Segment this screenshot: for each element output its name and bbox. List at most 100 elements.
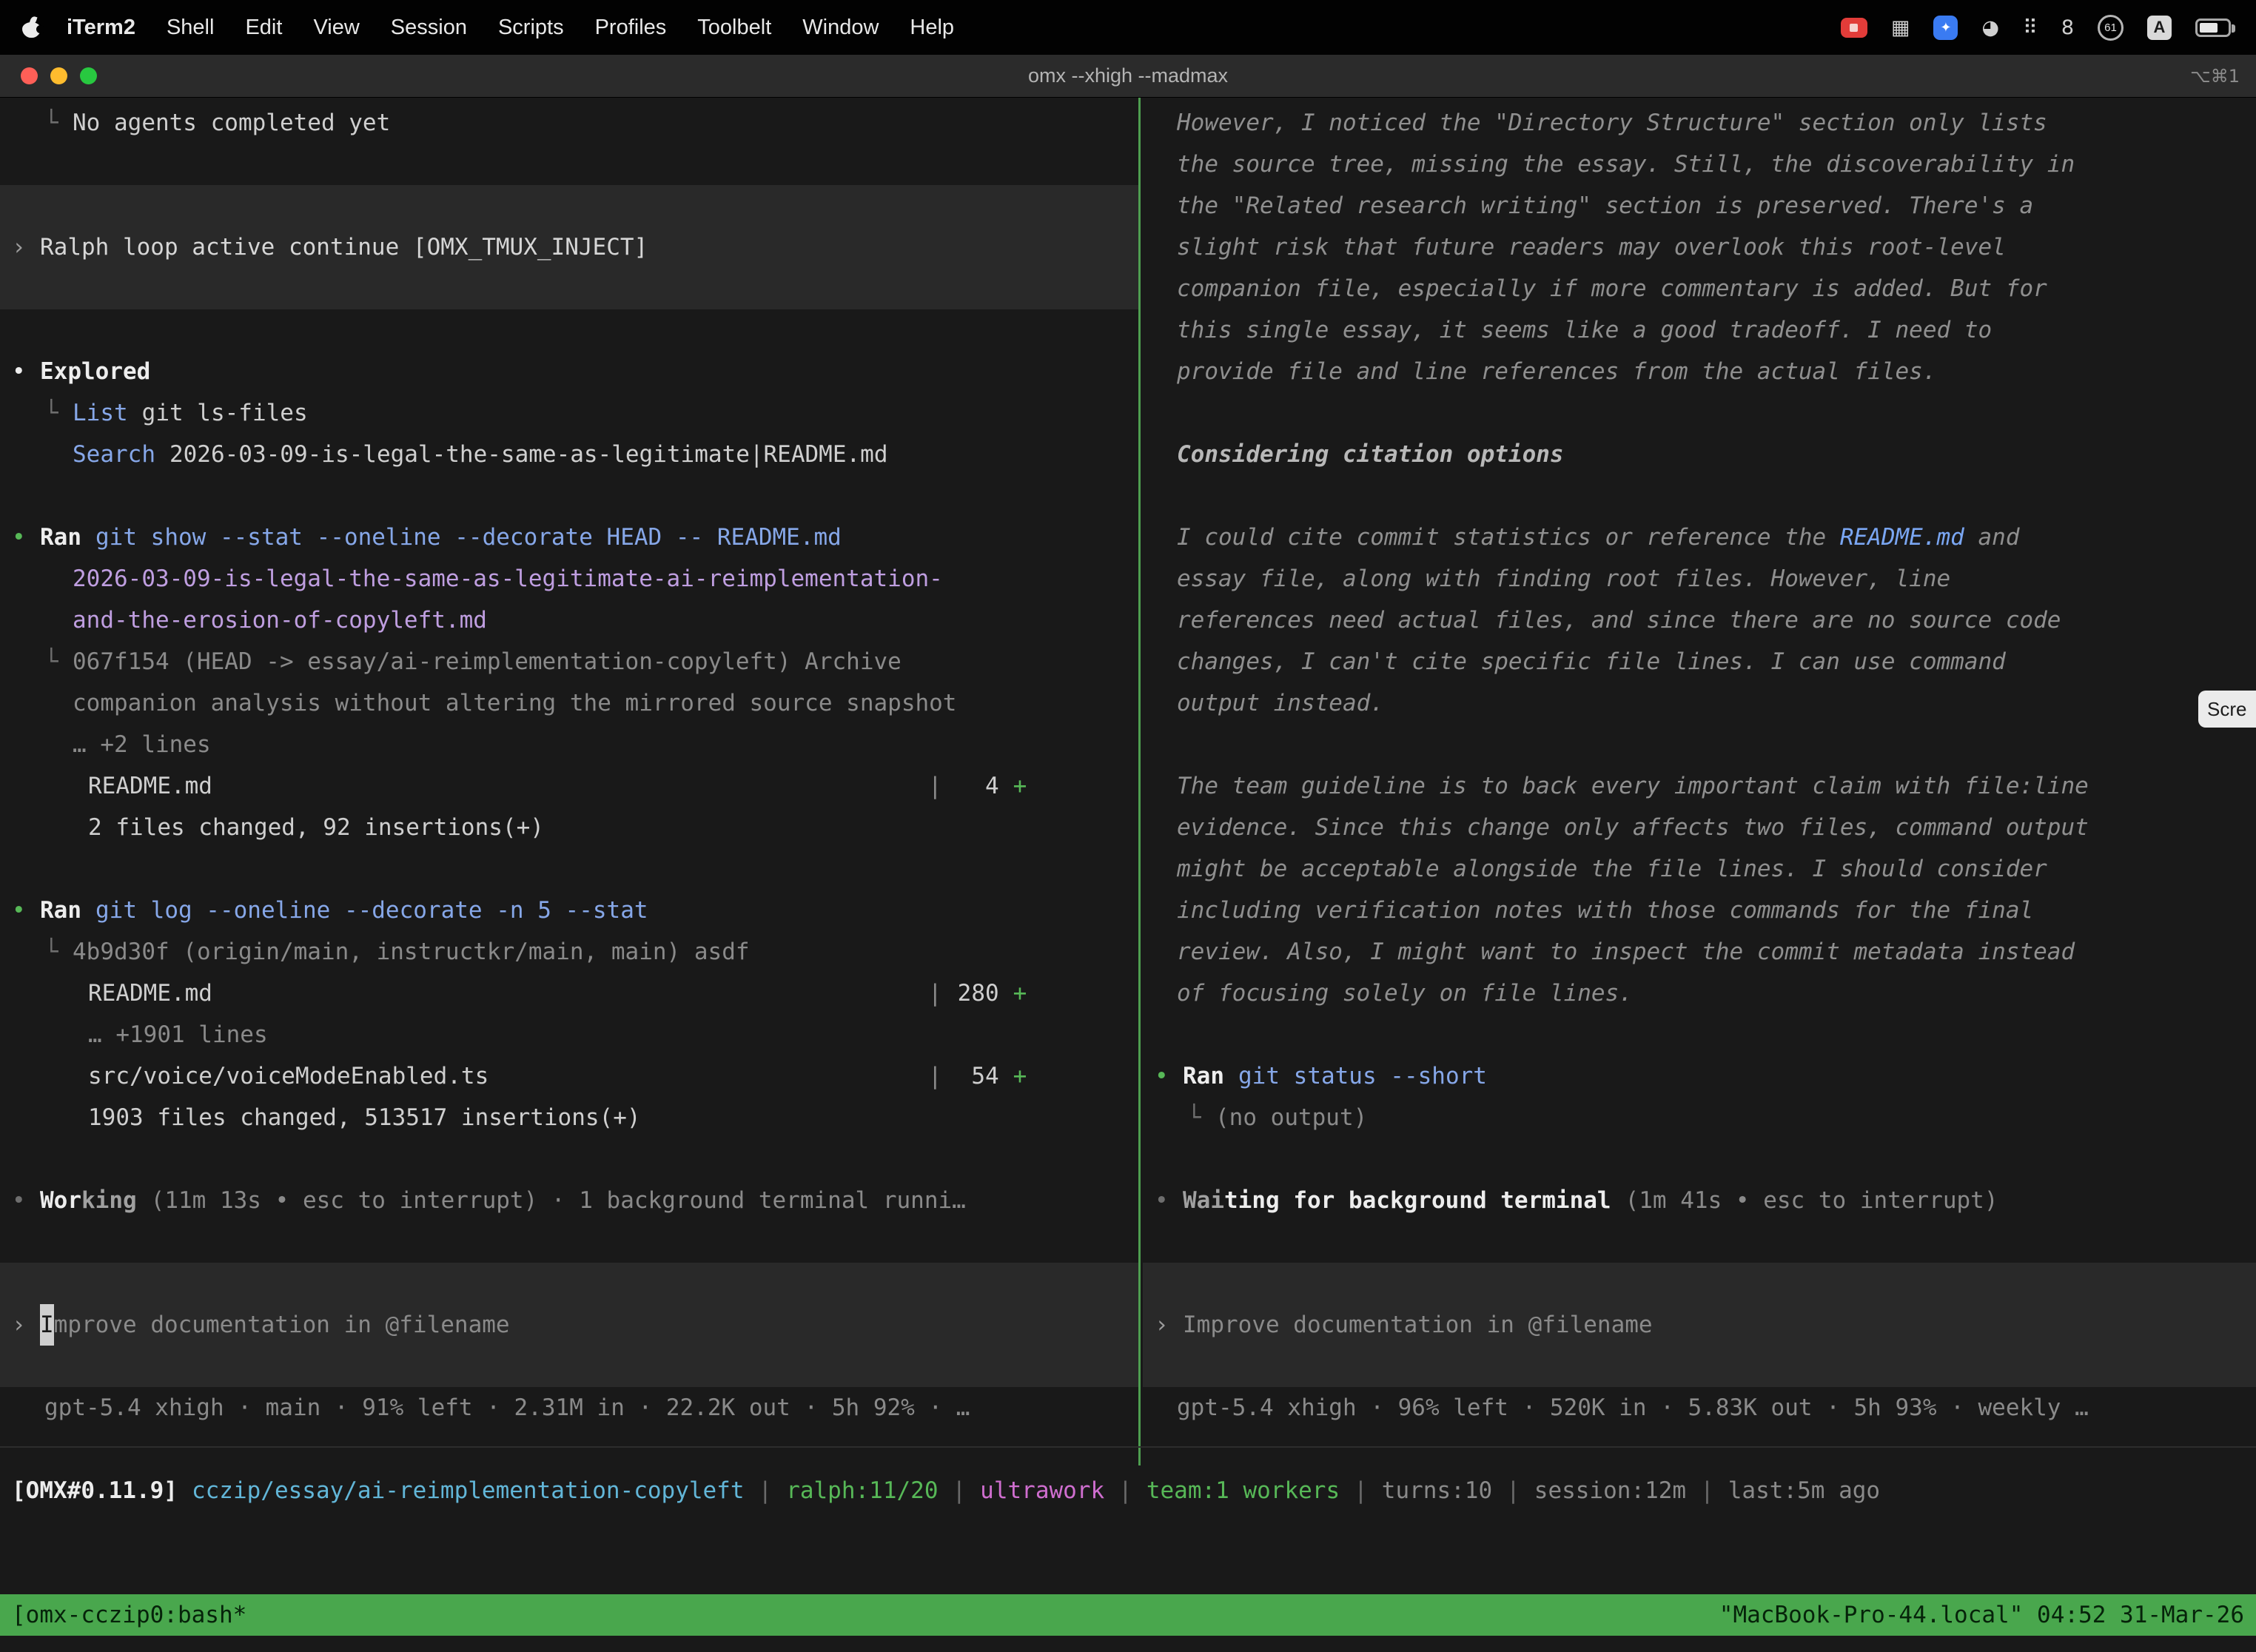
- battery-percent-icon[interactable]: 61: [2098, 15, 2124, 41]
- zoom-button[interactable]: [80, 67, 97, 84]
- dots-grid-icon[interactable]: ⠿: [2023, 16, 2038, 39]
- line-show-more: … +2 lines: [0, 724, 1138, 765]
- line-ran-git-log: •Rangit log --oneline --decorate -n 5 --…: [0, 890, 1138, 931]
- timer-circle-icon[interactable]: ◕: [1981, 16, 1999, 39]
- bullet-icon: •: [12, 890, 40, 931]
- menu-bar: iTerm2 Shell Edit View Session Scripts P…: [0, 0, 2256, 55]
- thinking-line: including verification notes with those …: [1143, 890, 2256, 931]
- screen-recording-icon[interactable]: [1841, 18, 1867, 38]
- raycast-icon[interactable]: ✦: [1933, 16, 1958, 40]
- prompt-icon: ›: [1155, 1304, 1183, 1346]
- line-explored-search: Search2026-03-09-is-legal-the-same-as-le…: [0, 434, 1138, 475]
- thinking-line: companion file, especially if more comme…: [1143, 268, 2256, 309]
- prompt-icon: ›: [12, 1304, 40, 1346]
- thinking-heading: Considering citation options: [1143, 434, 2256, 475]
- line-model-status-right: gpt-5.4 xhigh · 96% left · 520K in · 5.8…: [1143, 1387, 2256, 1428]
- thinking-line: However, I noticed the "Directory Struct…: [1143, 102, 2256, 144]
- window-shortcut-hint: ⌥⌘1: [2190, 66, 2240, 87]
- team-badge: team:1 workers: [1147, 1477, 1340, 1504]
- close-button[interactable]: [21, 67, 38, 84]
- tree-branch-icon: └: [44, 931, 73, 973]
- tree-branch-icon: └: [44, 102, 73, 144]
- line-log-stat-readme: README.md|280+: [0, 973, 1138, 1014]
- tree-branch-icon: └: [44, 392, 73, 434]
- line-show-output-1: └067f154 (HEAD -> essay/ai-reimplementat…: [0, 641, 1138, 682]
- omx-status-bar: [OMX#0.11.9] cczip/essay/ai-reimplementat…: [0, 1470, 2256, 1511]
- tmux-status-bar: [omx-cczip0:bash* "MacBook-Pro-44.local" …: [0, 1594, 2256, 1636]
- thinking-line: of focusing solely on file lines.: [1143, 973, 2256, 1014]
- right-pane: However, I noticed the "Directory Struct…: [1143, 102, 2256, 1428]
- battery-icon[interactable]: [2195, 19, 2231, 37]
- minimize-button[interactable]: [50, 67, 67, 84]
- line-working-status: •Working(11m 13s • esc to interrupt) · 1…: [0, 1180, 1138, 1221]
- thinking-line: slight risk that future readers may over…: [1143, 226, 2256, 268]
- menu-item-scripts[interactable]: Scripts: [483, 16, 580, 40]
- menu-item-session[interactable]: Session: [375, 16, 483, 40]
- line-show-summary: 2 files changed, 92 insertions(+): [0, 807, 1138, 848]
- menu-item-view[interactable]: View: [298, 16, 375, 40]
- line-show-filename-1: 2026-03-09-is-legal-the-same-as-legitima…: [0, 558, 1138, 600]
- menu-item-toolbelt[interactable]: Toolbelt: [682, 16, 787, 40]
- pane-divider[interactable]: [1138, 98, 1141, 1465]
- menu-item-shell[interactable]: Shell: [151, 16, 230, 40]
- mode-badge: ultrawork: [980, 1477, 1104, 1504]
- line-show-filename-2: and-the-erosion-of-copyleft.md: [0, 600, 1138, 641]
- text-cursor: I: [40, 1304, 54, 1346]
- menu-item-edit[interactable]: Edit: [229, 16, 298, 40]
- prompt-icon: ›: [12, 226, 40, 268]
- menu-item-profiles[interactable]: Profiles: [580, 16, 682, 40]
- plus-icon: +: [1013, 980, 1027, 1007]
- line-log-output: └4b9d30f (origin/main, instructkr/main, …: [0, 931, 1138, 973]
- prompt-input-right[interactable]: ›Improve documentation in @filename: [1143, 1263, 2256, 1387]
- line-ran-git-status: •Rangit status --short: [1143, 1055, 2256, 1097]
- menu-item-iterm2[interactable]: iTerm2: [51, 16, 151, 40]
- bullet-icon: •: [1155, 1055, 1183, 1097]
- thinking-line: might be acceptable alongside the file l…: [1143, 848, 2256, 890]
- thinking-line: The team guideline is to back every impo…: [1143, 765, 2256, 807]
- input-source-icon[interactable]: A: [2147, 16, 2172, 40]
- tmux-session-label: [omx-cczip0:bash*: [12, 1602, 246, 1628]
- thinking-line: provide file and line references from th…: [1143, 351, 2256, 392]
- screen-overlay-clipped[interactable]: Scre: [2198, 691, 2256, 728]
- apple-menu-icon[interactable]: [22, 17, 41, 38]
- thinking-line: evidence. Since this change only affects…: [1143, 807, 2256, 848]
- bullet-icon: •: [1155, 1180, 1183, 1221]
- tree-branch-icon: └: [44, 641, 73, 682]
- repo-path: cczip/essay/ai-reimplementation-copyleft: [192, 1477, 745, 1504]
- left-pane: └No agents completed yet ›Ralph loop act…: [0, 102, 1138, 1428]
- omx-version: [OMX#0.11.9]: [12, 1477, 178, 1504]
- plus-icon: +: [1013, 1063, 1027, 1089]
- menu-item-window[interactable]: Window: [787, 16, 894, 40]
- thinking-line: output instead.: [1143, 682, 2256, 724]
- thinking-line: references need actual files, and since …: [1143, 600, 2256, 641]
- figure-eight-icon[interactable]: 8: [2061, 16, 2074, 39]
- bullet-icon: •: [12, 1180, 40, 1221]
- window-title-bar: omx --xhigh --madmax ⌥⌘1: [0, 55, 2256, 98]
- inject-banner[interactable]: ›Ralph loop active continue [OMX_TMUX_IN…: [0, 185, 1138, 309]
- readme-link[interactable]: README.md: [1840, 524, 1964, 551]
- terminal-content: └No agents completed yet ›Ralph loop act…: [0, 98, 2256, 1652]
- line-ran-git-show: •Rangit show --stat --oneline --decorate…: [0, 517, 1138, 558]
- menu-bar-status-icons: ▦ ✦ ◕ ⠿ 8 61 A: [1841, 15, 2241, 41]
- thinking-line: the source tree, missing the essay. Stil…: [1143, 144, 2256, 185]
- thinking-line: review. Also, I might want to inspect th…: [1143, 931, 2256, 973]
- tmux-host-label: "MacBook-Pro-44.local" 04:52 31-Mar-26: [1719, 1594, 2244, 1636]
- line-explored-list: └Listgit ls-files: [0, 392, 1138, 434]
- tree-branch-icon: └: [1187, 1097, 1215, 1138]
- line-show-stat: README.md|4+: [0, 765, 1138, 807]
- line-log-summary: 1903 files changed, 513517 insertions(+): [0, 1097, 1138, 1138]
- display-grid-icon[interactable]: ▦: [1891, 16, 1910, 39]
- bullet-icon: •: [12, 517, 40, 558]
- pane-bottom-separator: [0, 1446, 2256, 1448]
- menu-item-help[interactable]: Help: [894, 16, 970, 40]
- line-waiting-status: •Waiting for background terminal(1m 41s …: [1143, 1180, 2256, 1221]
- thinking-line: this single essay, it seems like a good …: [1143, 309, 2256, 351]
- line-log-more: … +1901 lines: [0, 1014, 1138, 1055]
- line-show-output-2: companion analysis without altering the …: [0, 682, 1138, 724]
- thinking-line: changes, I can't cite specific file line…: [1143, 641, 2256, 682]
- session-timer: session:12m: [1534, 1477, 1686, 1504]
- prompt-input-left[interactable]: ›Improve documentation in @filename: [0, 1263, 1138, 1387]
- thinking-line: the "Related research writing" section i…: [1143, 185, 2256, 226]
- last-activity: last:5m ago: [1728, 1477, 1880, 1504]
- line-model-status-left: gpt-5.4 xhigh · main · 91% left · 2.31M …: [0, 1387, 1138, 1428]
